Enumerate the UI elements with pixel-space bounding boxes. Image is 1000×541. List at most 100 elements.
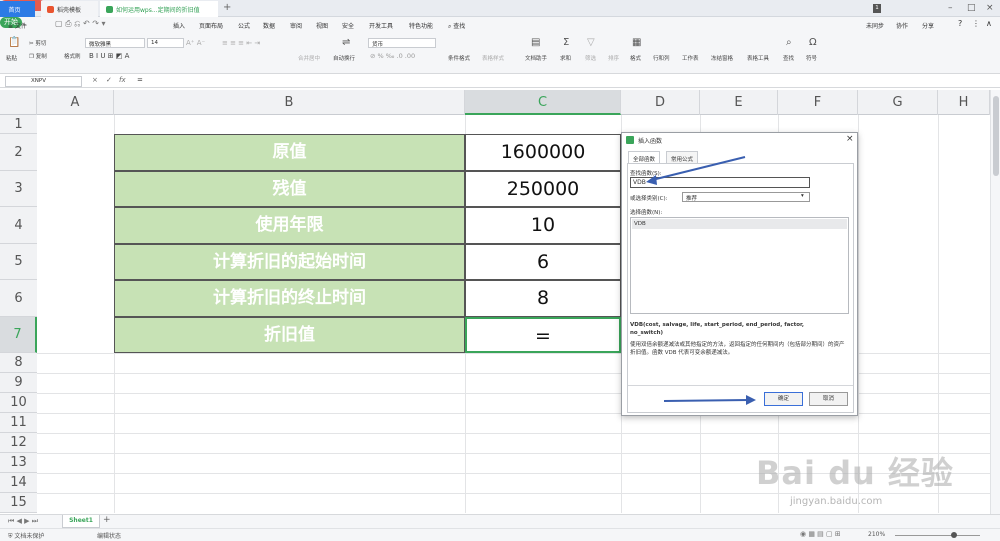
insert-function-icon[interactable]: fx [119,76,126,84]
font-grow-icon[interactable]: A⁺ A⁻ [186,39,205,47]
filter-icon[interactable]: ▽ [587,37,595,48]
cell-value-salvage[interactable]: 250000 [465,171,621,207]
cell-label-life[interactable]: 使用年限 [114,207,465,244]
add-sheet-icon[interactable]: + [103,515,111,525]
copy-button[interactable]: ❐ 复制 [29,52,47,60]
ok-button[interactable]: 确定 [764,392,803,406]
column-header-f[interactable]: F [778,90,858,115]
row-header[interactable]: 11 [0,413,37,433]
scrollbar-thumb[interactable] [993,96,999,176]
cut-button[interactable]: ✂ 剪切 [29,39,46,47]
align-buttons[interactable]: ≡ ≡ ≡ ⇤ ⇥ [222,39,260,47]
tab-document[interactable]: 如何运用wps...定期间的折旧值 [100,1,218,17]
menu-file[interactable]: ≡ 文件 [8,21,27,30]
symbol-button[interactable]: 符号 [806,54,817,62]
menu-formulas[interactable]: 公式 [238,21,250,30]
sum-icon[interactable]: Σ [563,37,569,48]
cell-value-original-value[interactable]: 1600000 [465,134,621,171]
zoom-slider-thumb[interactable] [951,532,957,538]
zoom-level[interactable]: 210% [868,531,885,538]
find-button[interactable]: 查找 [783,54,794,62]
function-list[interactable]: VDB [630,217,849,314]
select-all-corner[interactable] [0,90,37,115]
column-header-c[interactable]: C [465,90,621,115]
conditional-format-button[interactable]: 条件格式 [448,54,470,62]
row-header[interactable]: 6 [0,280,37,317]
cancel-formula-icon[interactable]: × [92,76,98,84]
wrap-text-icon[interactable]: ⇌ [342,37,350,48]
collab-button[interactable]: 协作 [896,21,908,30]
table-tools-button[interactable]: 表格工具 [747,54,769,62]
zoom-slider[interactable] [895,535,980,536]
cell-value-life[interactable]: 10 [465,207,621,244]
row-header[interactable]: 12 [0,433,37,453]
sheet-nav-arrows[interactable]: ⏮ ◀ ▶ ⏭ [8,517,38,526]
function-list-item[interactable]: VDB [632,219,847,229]
cell-value-depreciation-active[interactable]: = [465,317,621,353]
search-function-input[interactable]: VDB [630,177,810,188]
format-icon[interactable]: ▦ [632,37,641,48]
table-style-button[interactable]: 表格样式 [482,54,504,62]
cell-value-end-period[interactable]: 8 [465,280,621,317]
row-header[interactable]: 1 [0,115,37,134]
sum-button[interactable]: 求和 [560,54,571,62]
search-menu[interactable]: ⌕ 查找 [448,21,465,31]
column-header-e[interactable]: E [700,90,778,115]
row-header[interactable]: 10 [0,393,37,413]
font-size-select[interactable]: 14 [147,38,184,48]
find-icon[interactable]: ⌕ [786,37,792,48]
confirm-formula-icon[interactable]: ✓ [106,76,112,84]
row-header[interactable]: 5 [0,244,37,280]
dialog-close-icon[interactable]: × [846,134,854,144]
cancel-button[interactable]: 取消 [809,392,848,406]
cell-label-end-period[interactable]: 计算折旧的终止时间 [114,280,465,317]
menu-data[interactable]: 数据 [263,21,275,30]
row-header[interactable]: 8 [0,353,37,373]
name-box[interactable]: XNPV [5,76,82,87]
row-header[interactable]: 2 [0,134,37,171]
cell-label-start-period[interactable]: 计算折旧的起始时间 [114,244,465,280]
menu-special-features[interactable]: 特色功能 [409,21,433,30]
menu-review[interactable]: 审阅 [290,21,302,30]
cell-label-depreciation[interactable]: 折旧值 [114,317,465,353]
cell-value-start-period[interactable]: 6 [465,244,621,280]
symbol-icon[interactable]: Ω [809,37,817,48]
doc-helper-icon[interactable]: ▤ [531,37,540,48]
number-format-select[interactable]: 货币 [368,38,436,48]
paste-icon[interactable]: 📋 [8,37,20,48]
number-format-buttons[interactable]: ⊘ % ‰ .0 .00 [370,52,415,60]
column-header-h[interactable]: H [938,90,990,115]
wrap-text-button[interactable]: 自动换行 [333,54,355,62]
sync-status[interactable]: 未同步 [866,21,884,30]
view-mode-icons[interactable]: ◉ ▦ ▤ ▢ ⊞ [800,530,841,538]
filter-button[interactable]: 筛选 [585,54,596,62]
maximize-icon[interactable]: □ [967,3,976,13]
format-button[interactable]: 格式 [630,54,641,62]
format-painter-button[interactable]: 格式刷 [64,52,81,60]
rows-columns-button[interactable]: 行和列 [653,54,670,62]
collapse-ribbon-icon[interactable]: ∧ [986,19,992,28]
row-header[interactable]: 15 [0,493,37,513]
freeze-panes-button[interactable]: 冻结窗格 [711,54,733,62]
sort-button[interactable]: 排序 [608,54,619,62]
sheet-tab-sheet1[interactable]: Sheet1 [62,515,100,528]
share-button[interactable]: 分享 [922,21,934,30]
cell-label-salvage[interactable]: 残值 [114,171,465,207]
doc-protect-status[interactable]: ⛨ 文档未保护 [8,531,44,541]
tab-all-functions[interactable]: 全部函数 [628,151,661,163]
row-header[interactable]: 4 [0,207,37,244]
help-icon[interactable]: ? [958,19,962,28]
doc-helper-button[interactable]: 文档助手 [525,54,547,62]
column-header-d[interactable]: D [621,90,700,115]
tab-docer-templates[interactable]: 稻壳模板 [41,1,98,17]
more-icon[interactable]: ⋮ [972,19,980,28]
row-header[interactable]: 3 [0,171,37,207]
column-header-b[interactable]: B [114,90,465,115]
merge-center-button[interactable]: 合并居中 [298,54,320,62]
paste-label[interactable]: 粘贴 [6,54,17,62]
column-header-g[interactable]: G [858,90,938,115]
cell-label-original-value[interactable]: 原值 [114,134,465,171]
row-header[interactable]: 9 [0,373,37,393]
formula-input[interactable]: = [137,76,143,84]
menu-page-layout[interactable]: 页面布局 [199,21,223,30]
